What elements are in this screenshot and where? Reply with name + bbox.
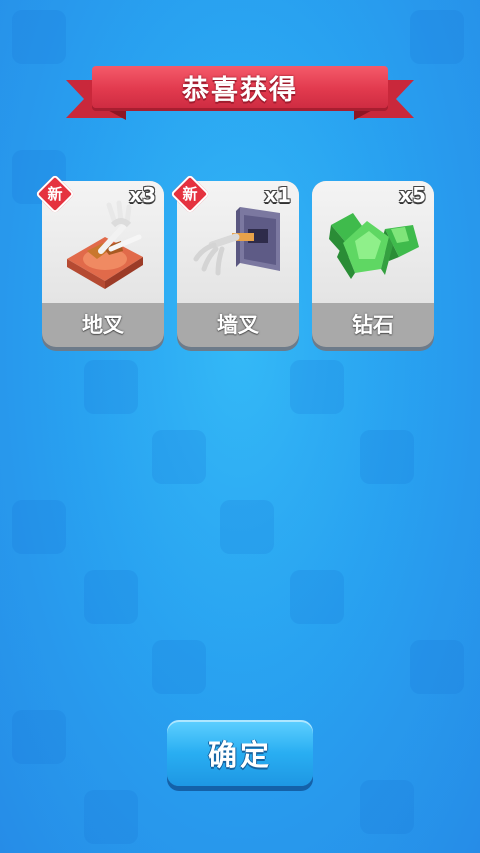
reward-quantity: x1	[264, 183, 291, 207]
bg-tile	[220, 500, 274, 554]
new-badge: 新	[35, 174, 75, 214]
reward-name: 钻石	[352, 313, 394, 337]
bg-tile	[410, 10, 464, 64]
reward-card-diamond: x5 钻石	[312, 181, 434, 347]
bg-tile	[152, 640, 206, 694]
reward-quantity: x3	[129, 183, 156, 207]
banner-title: 恭喜获得	[182, 74, 298, 106]
reward-card-wall-fork: 新 x1 墙叉	[170, 174, 299, 347]
bg-tile	[84, 570, 138, 624]
bg-tile	[290, 570, 344, 624]
confirm-button[interactable]: 确定	[167, 720, 313, 786]
wall-fork-icon	[193, 207, 280, 276]
bg-tile	[152, 430, 206, 484]
bg-tile	[410, 640, 464, 694]
confirm-button-label: 确定	[207, 738, 272, 772]
diamond-gem-icon	[329, 213, 419, 279]
reward-name: 墙叉	[217, 313, 259, 337]
reward-quantity: x5	[399, 183, 426, 207]
bg-tile	[360, 780, 414, 834]
bg-tile	[12, 710, 66, 764]
bg-tile	[12, 10, 66, 64]
reward-card-floor-fork: 新 x3 地叉	[35, 174, 164, 347]
bg-tile	[290, 360, 344, 414]
bg-tile	[12, 500, 66, 554]
ribbon-main: 恭喜获得	[92, 66, 388, 108]
new-badge: 新	[170, 174, 210, 214]
reward-name: 地叉	[82, 313, 124, 337]
bg-tile	[84, 360, 138, 414]
floor-fork-icon	[67, 200, 143, 289]
bg-tile	[360, 430, 414, 484]
bg-tile	[84, 790, 138, 844]
title-banner: 恭喜获得	[66, 62, 414, 124]
